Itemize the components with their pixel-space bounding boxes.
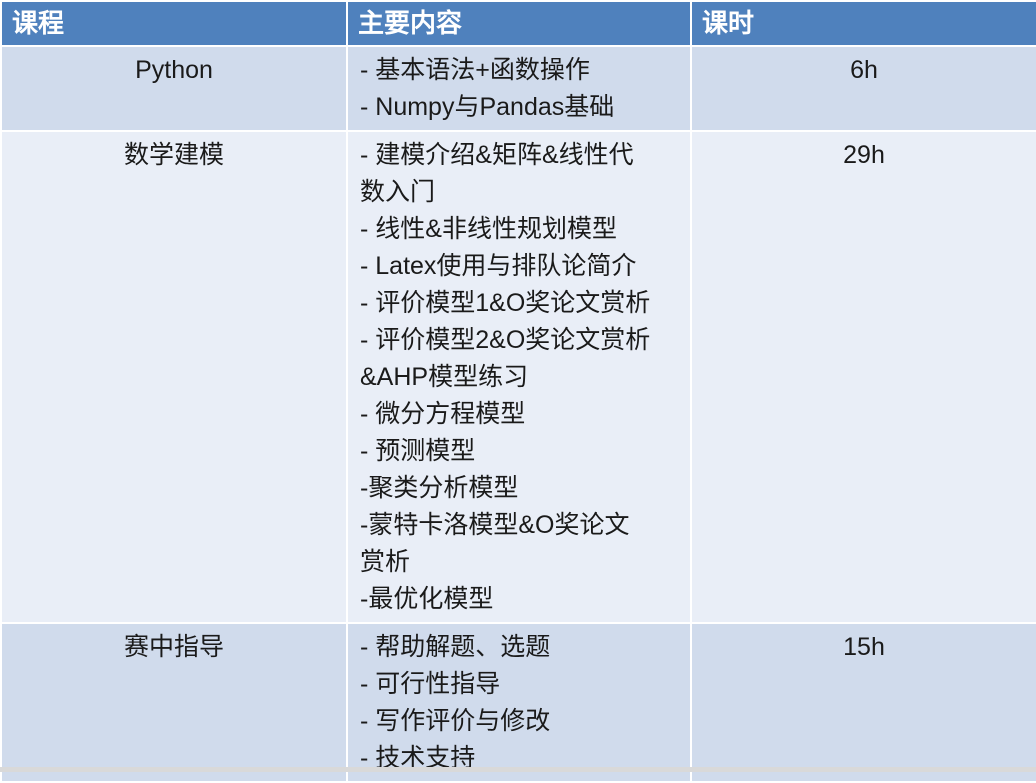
content-line: - Latex使用与排队论简介 [360,252,637,280]
course-content: - 基本语法+函数操作 - Numpy与Pandas基础 [346,45,692,132]
content-line: - 可行性指导 [360,670,501,698]
course-name: Python [0,45,348,132]
content-line: -聚类分析模型 [360,474,519,502]
content-line: - 写作评价与修改 [360,707,551,735]
content-line: - 微分方程模型 [360,400,526,428]
content-line: 赏析 [360,548,411,576]
content-line: - Numpy与Pandas基础 [360,93,615,121]
content-line: 数入门 [360,178,436,206]
course-table: 课程 主要内容 课时 Python - 基本语法+函数操作 - Numpy与Pa… [0,0,1036,783]
header-content: 主要内容 [346,0,692,47]
course-hours: 15h [690,622,1036,783]
content-line: - 评价模型1&O奖论文赏析 [360,289,651,317]
content-line: - 基本语法+函数操作 [360,56,590,84]
course-name: 赛中指导 [0,622,348,783]
table-row: 数学建模 - 建模介绍&矩阵&线性代 数入门 - 线性&非线性规划模型 - La… [0,130,1036,624]
content-line: - 帮助解题、选题 [360,633,551,661]
content-line: -蒙特卡洛模型&O奖论文 [360,511,630,539]
course-hours: 6h [690,45,1036,132]
course-name: 数学建模 [0,130,348,624]
header-hours: 课时 [690,0,1036,47]
content-line: -最优化模型 [360,585,494,613]
content-line: - 建模介绍&矩阵&线性代 [360,141,634,169]
content-line: - 线性&非线性规划模型 [360,215,617,243]
header-course: 课程 [0,0,348,47]
course-content: - 建模介绍&矩阵&线性代 数入门 - 线性&非线性规划模型 - Latex使用… [346,130,692,624]
course-content: - 帮助解题、选题 - 可行性指导 - 写作评价与修改 - 技术支持 [346,622,692,783]
bottom-divider [0,767,1036,772]
course-hours: 29h [690,130,1036,624]
header-row: 课程 主要内容 课时 [0,0,1036,47]
content-line: &AHP模型练习 [360,363,529,391]
content-line: - 预测模型 [360,437,476,465]
table-row: Python - 基本语法+函数操作 - Numpy与Pandas基础 6h [0,45,1036,132]
content-line: - 评价模型2&O奖论文赏析 [360,326,651,354]
table-row: 赛中指导 - 帮助解题、选题 - 可行性指导 - 写作评价与修改 - 技术支持 … [0,622,1036,783]
